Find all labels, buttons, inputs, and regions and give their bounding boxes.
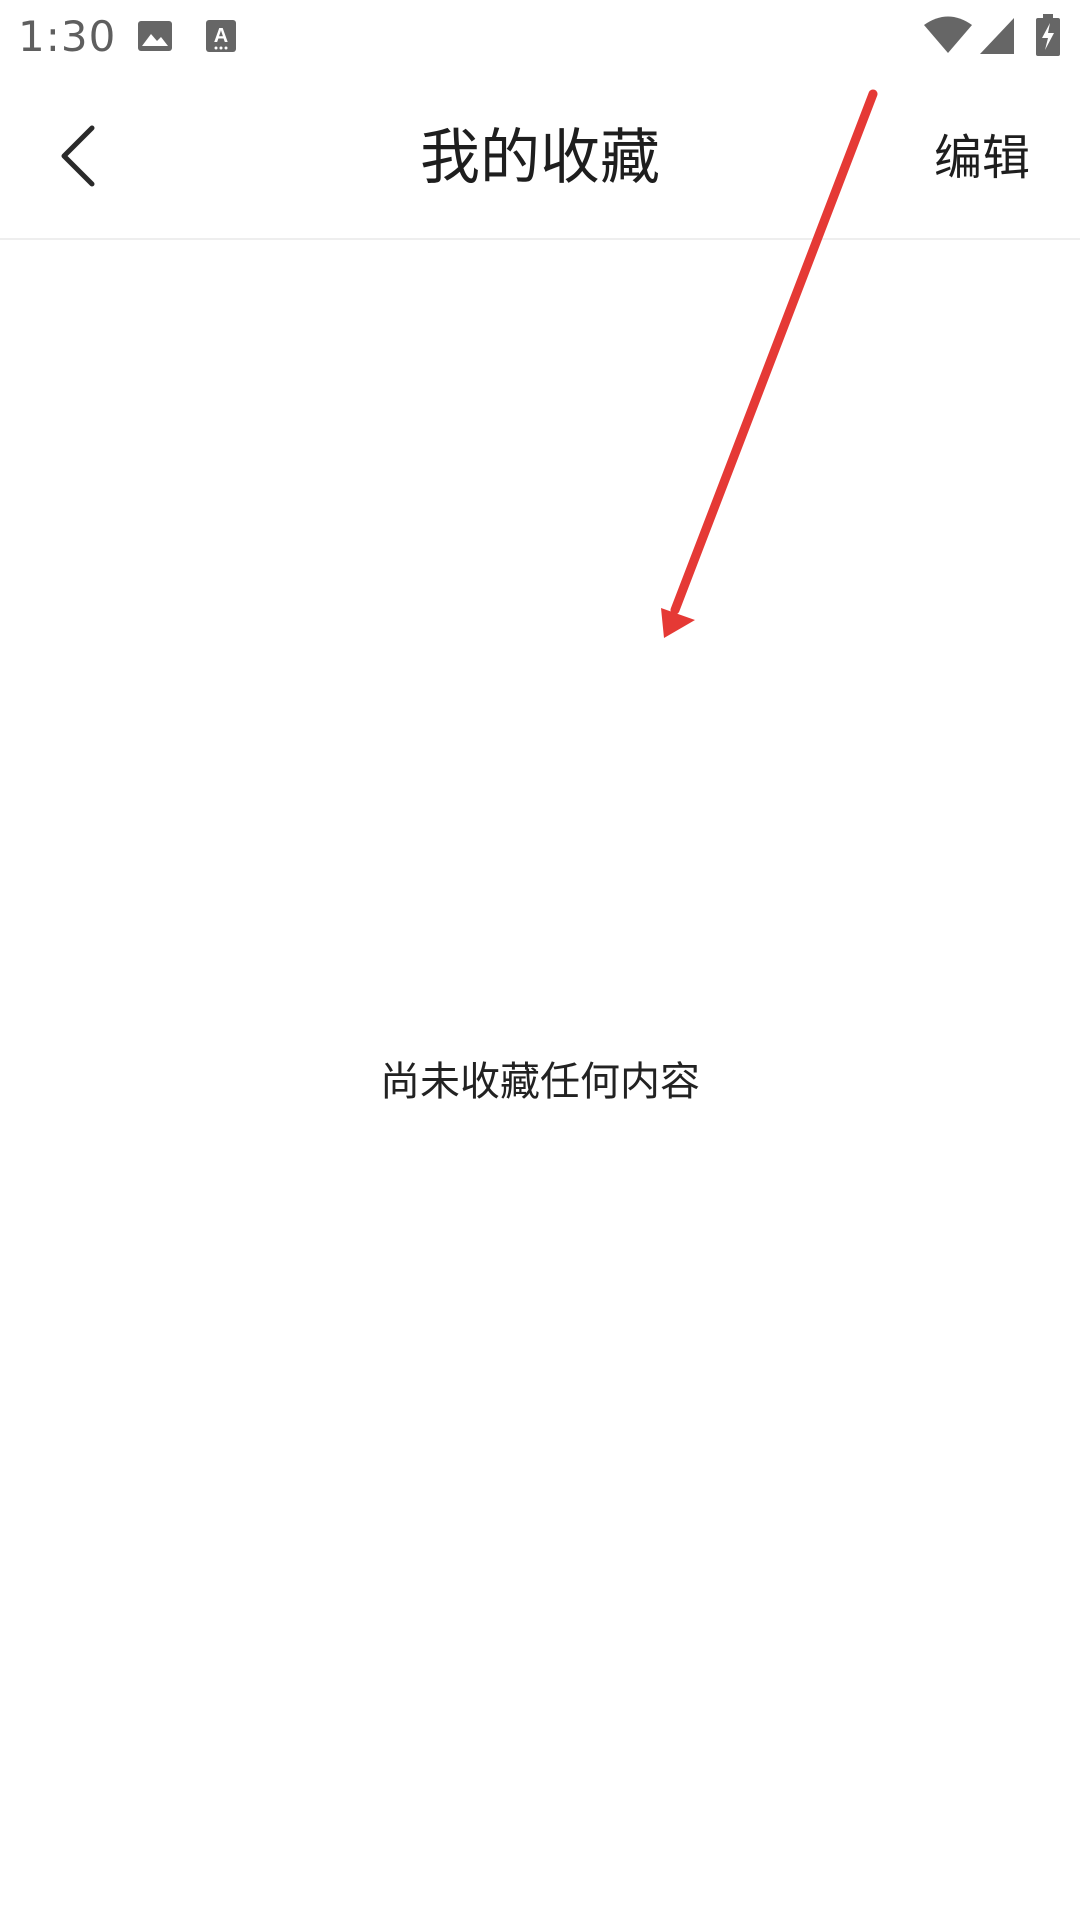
- svg-text:A: A: [214, 25, 228, 47]
- keyboard-a-icon: A: [205, 18, 237, 58]
- annotation-arrow: [661, 89, 878, 638]
- empty-state-message: 尚未收藏任何内容: [380, 1059, 700, 1105]
- app-bar: 我的收藏 编辑: [0, 74, 1080, 240]
- wifi-icon: [924, 16, 972, 58]
- status-time: 1:30: [18, 12, 117, 61]
- edit-button[interactable]: 编辑: [934, 126, 1030, 190]
- favorites-screen: 1:30 A 我的收藏 编辑 尚未收藏任何内容: [0, 0, 1080, 1920]
- cell-signal-icon: [980, 18, 1014, 58]
- page-title: 我的收藏: [420, 123, 660, 193]
- battery-charging-icon: [1036, 14, 1060, 60]
- status-bar: 1:30 A: [0, 0, 1080, 74]
- image-icon: [137, 18, 173, 58]
